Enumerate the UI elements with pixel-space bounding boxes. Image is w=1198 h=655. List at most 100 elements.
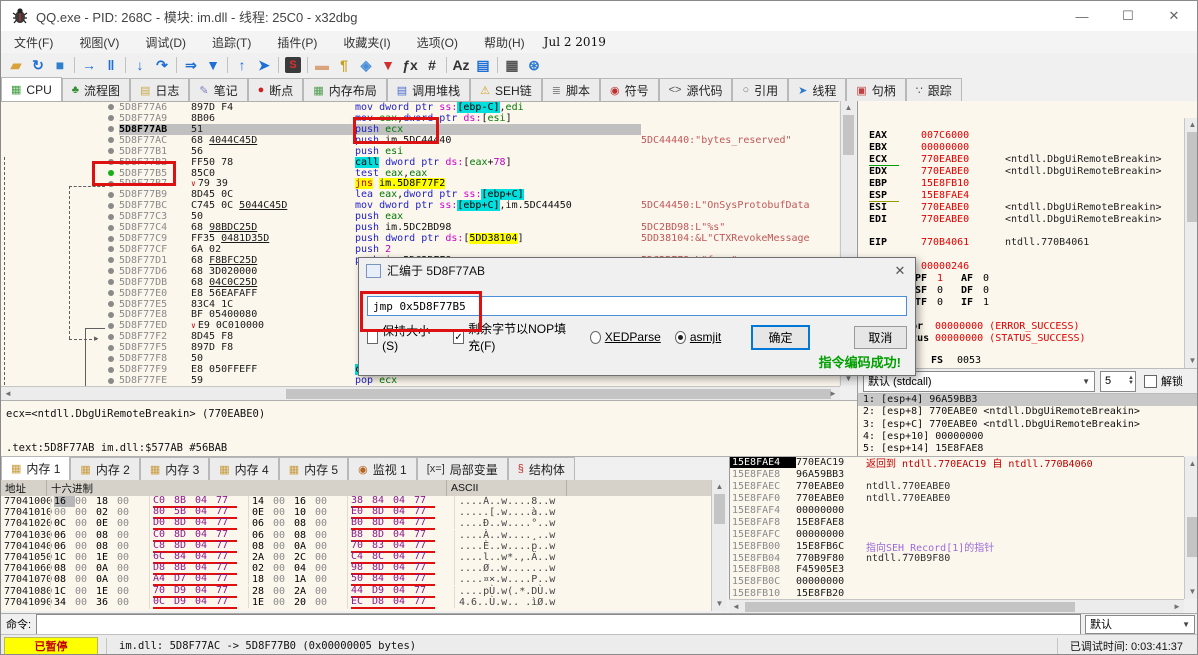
bp-dot[interactable]	[108, 333, 114, 340]
memory-dump-panel[interactable]: 77041000 16 00 18 00 C0 8B 04 77 14 00 16 00 38 84 04 77…	[1, 496, 711, 611]
breakpoint-gutter[interactable]	[1, 200, 119, 211]
breakpoint-gutter[interactable]	[1, 364, 119, 375]
bp-dot[interactable]	[108, 377, 114, 384]
breakpoint-gutter[interactable]	[1, 124, 119, 135]
menu-item[interactable]: 选项(O)	[404, 34, 471, 51]
bp-dot[interactable]	[108, 235, 114, 242]
run-to-user-code-icon[interactable]: ➤	[253, 55, 275, 75]
disasm-row[interactable]: 5D8F77B2 FF50 78 call dword ptr ds:[eax+78…	[1, 156, 839, 168]
dump-row[interactable]: 77041090 34 00 36 00 0C D9 04 77 1E 00 20 00 EC D8 04 77…	[1, 595, 711, 609]
breakpoint-gutter[interactable]	[1, 255, 119, 266]
stack-row[interactable]: 15E8FB0C 00000000	[730, 576, 1184, 588]
stepper-arrows-icon[interactable]: ▲ ▼	[1128, 375, 1135, 386]
comment-icon[interactable]: ¶	[333, 55, 355, 75]
stack-vscrollbar[interactable]: ▲ ▼	[1184, 457, 1197, 599]
bp-dot[interactable]	[108, 311, 114, 318]
breakpoint-gutter[interactable]	[1, 244, 119, 255]
argument-row[interactable]: 5: [esp+14] 15E8FAE8	[858, 443, 1197, 455]
breakpoint-gutter[interactable]	[1, 157, 119, 168]
bp-dot[interactable]	[108, 366, 114, 373]
restart-icon[interactable]: ↻	[27, 55, 49, 75]
tab-结构体[interactable]: § 结构体	[507, 457, 575, 480]
assemble-instruction-input[interactable]: jmp 0x5D8F77B5	[367, 296, 907, 316]
step-over-icon[interactable]: ↷	[151, 55, 173, 75]
breakpoint-gutter[interactable]	[1, 277, 119, 288]
bp-dot[interactable]	[108, 115, 114, 122]
breakpoint-gutter[interactable]	[1, 320, 119, 331]
argument-row[interactable]: 3: [esp+C] 770EABE0 <ntdll.DbgUiRemoteBr…	[858, 419, 1197, 431]
open-file-icon[interactable]: ▰	[5, 55, 27, 75]
tab-CPU[interactable]: ▦ CPU	[1, 77, 62, 101]
menu-item[interactable]: 追踪(T)	[199, 34, 264, 51]
menu-item[interactable]: 插件(P)	[264, 34, 330, 51]
disasm-row[interactable]: 5D8F77A9 8B06 mov eax,dword ptr ds:[esi]	[1, 113, 839, 124]
dialog-close-icon[interactable]: ✕	[885, 263, 915, 279]
stack-row[interactable]: 15E8FB10 15E8FB20	[730, 588, 1184, 599]
unlock-checkbox[interactable]: 解锁	[1144, 373, 1183, 389]
register-row-EAX[interactable]: EAX 007C6000	[869, 130, 1005, 141]
cancel-button[interactable]: 取消	[853, 325, 907, 349]
dialog-title-bar[interactable]: 汇编于 5D8F77AB ✕	[359, 258, 915, 283]
bp-dot[interactable]	[108, 137, 114, 144]
asmjit-radio[interactable]	[674, 330, 686, 344]
tab-引用[interactable]: ○ 引用	[732, 78, 789, 101]
breakpoint-gutter[interactable]	[1, 113, 119, 124]
stack-row[interactable]: 15E8FAF8 15E8FAE8	[730, 516, 1184, 528]
breakpoint-gutter[interactable]	[1, 168, 119, 179]
nop-fill-checkbox[interactable]: ✓	[452, 330, 465, 344]
register-row-EBX[interactable]: EBX 00000000	[869, 142, 1005, 153]
segment-row[interactable]: FS 0053	[931, 355, 981, 366]
bp-dot[interactable]	[108, 301, 114, 308]
dump-header-address[interactable]: 地址	[1, 480, 47, 496]
breakpoint-gutter[interactable]	[1, 178, 119, 189]
stack-row[interactable]: 15E8FAE4 770EAC19 返回到 ntdll.770EAC19 自 ntd…	[730, 457, 1184, 470]
bp-dot[interactable]	[108, 213, 114, 220]
bp-dot[interactable]	[108, 159, 114, 166]
stack-row[interactable]: 15E8FAE8 96A59BB3	[730, 469, 1184, 481]
stack-row[interactable]: 15E8FB00 15E8FB6C 指向SEH_Record[1]的指针	[730, 540, 1184, 554]
breakpoint-gutter[interactable]	[1, 375, 119, 386]
tab-内存 1[interactable]: ▦ 内存 1	[1, 456, 71, 480]
minimize-button[interactable]: —	[1059, 1, 1105, 31]
bp-dot[interactable]	[108, 224, 114, 231]
tab-内存布局[interactable]: ▦ 内存布局	[303, 78, 387, 101]
breakpoint-gutter[interactable]	[1, 211, 119, 222]
register-row-ESI[interactable]: ESI 770EABE0 <ntdll.DbgUiRemoteBreakin>	[869, 202, 1162, 213]
bp-dot[interactable]	[108, 180, 114, 187]
disasm-hscrollbar[interactable]: ◄ ►	[1, 386, 840, 401]
breakpoint-dot[interactable]	[108, 169, 114, 176]
register-row-EDX[interactable]: EDX 770EABE0 <ntdll.DbgUiRemoteBreakin>	[869, 166, 1162, 177]
tab-脚本[interactable]: ≣ 脚本	[541, 78, 600, 101]
bp-dot[interactable]	[108, 355, 114, 362]
tab-内存 2[interactable]: ▦ 内存 2	[70, 457, 140, 480]
stack-row[interactable]: 15E8FAF4 00000000	[730, 505, 1184, 517]
menu-item[interactable]: 调试(D)	[132, 34, 199, 51]
globe-icon[interactable]: ⊛	[523, 55, 545, 75]
tab-符号[interactable]: ◉ 符号	[599, 78, 659, 101]
register-row-ESP[interactable]: ESP 15E8FAE4	[869, 190, 1005, 202]
bp-dot[interactable]	[108, 279, 114, 286]
hash-icon[interactable]: #	[421, 55, 443, 75]
disasm-row[interactable]: 5D8F77A6 897D F4 mov dword ptr ss:[ebp-C],…	[1, 102, 839, 113]
ok-button[interactable]: 确定	[751, 324, 810, 350]
disasm-row[interactable]: 5D8F77CF 6A 02 push 2	[1, 244, 839, 255]
pause-icon[interactable]: ‖	[100, 55, 122, 75]
dump-header-ascii[interactable]: ASCII	[447, 480, 567, 496]
menu-item[interactable]: 帮助(H)	[471, 34, 538, 51]
breakpoint-gutter[interactable]	[1, 331, 119, 342]
run-icon[interactable]: →	[78, 55, 100, 75]
stack-row[interactable]: 15E8FB04 770B9F80 ntdll.770B9F80	[730, 552, 1184, 564]
tab-断点[interactable]: ● 断点	[247, 78, 304, 101]
disasm-row[interactable]: 5D8F77AC 68 4044C45D push im.5DC44440 5DC44…	[1, 135, 839, 146]
tab-流程图[interactable]: ♣ 流程图	[61, 78, 130, 101]
disasm-row[interactable]: 5D8F77B5 85C0 test eax,eax	[1, 168, 839, 179]
dump-vscrollbar[interactable]: ▲ ▼	[711, 480, 727, 611]
breakpoint-gutter[interactable]	[1, 102, 119, 113]
menu-item[interactable]: 收藏夹(I)	[330, 34, 403, 51]
close-icon[interactable]: ■	[49, 55, 71, 75]
tab-内存 3[interactable]: ▦ 内存 3	[139, 457, 210, 480]
disasm-row[interactable]: 5D8F77AB 51 push ecx	[1, 123, 839, 135]
execute-till-return-icon[interactable]: ⇒	[180, 55, 202, 75]
breakpoint-gutter[interactable]	[1, 353, 119, 364]
case-icon[interactable]: Az	[450, 55, 472, 75]
